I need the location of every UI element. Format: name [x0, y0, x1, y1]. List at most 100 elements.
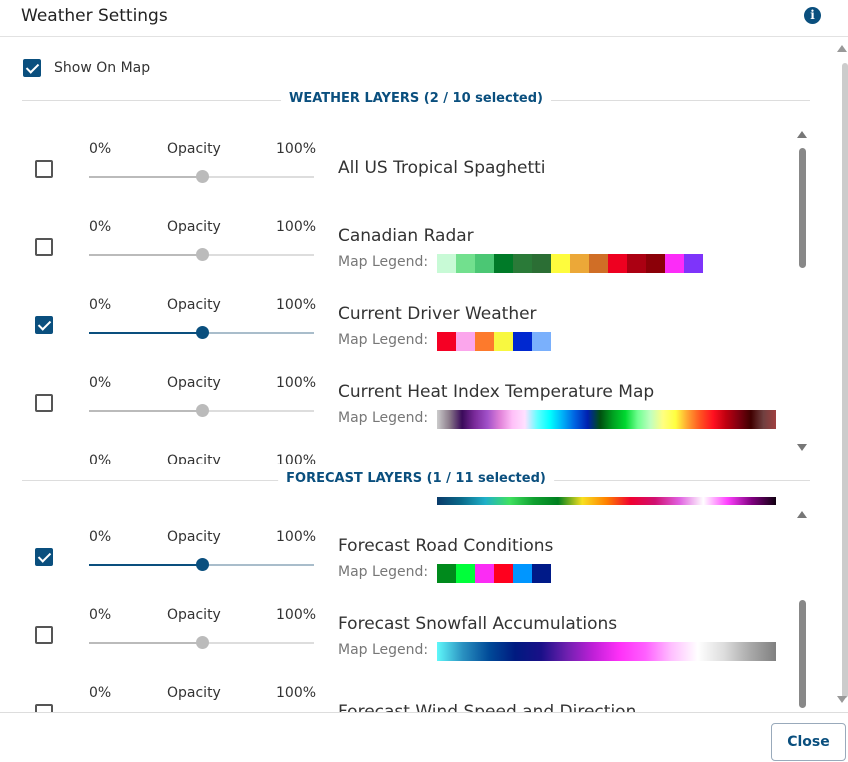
layer-name: Current Driver Weather — [338, 304, 537, 324]
forecast-scrollbar[interactable] — [796, 508, 808, 708]
opacity-max-label: 100% — [276, 453, 317, 464]
opacity-slider[interactable] — [89, 558, 314, 571]
map-legend-label: Map Legend: — [338, 642, 429, 658]
opacity-min-label: 0% — [89, 529, 112, 545]
legend-swatch — [494, 564, 513, 583]
layer-row: 0% Opacity 100% Current Heat Index Tempe… — [0, 364, 795, 442]
legend-swatch — [437, 564, 456, 583]
opacity-min-label: 0% — [89, 685, 112, 701]
dialog-footer: Close — [0, 712, 848, 762]
legend-swatch — [475, 332, 494, 351]
dialog-scrollbar[interactable] — [836, 37, 848, 712]
opacity-slider-thumb[interactable] — [195, 636, 209, 649]
opacity-slider-fill — [89, 254, 202, 256]
layer-name: Forecast Snowfall Accumulations — [338, 614, 618, 634]
scroll-up-arrow-icon[interactable] — [837, 45, 847, 52]
scroll-down-arrow-icon[interactable] — [797, 444, 807, 451]
legend-swatch — [456, 564, 475, 583]
layer-checkbox[interactable] — [35, 160, 53, 178]
map-legend-label: Map Legend: — [338, 254, 429, 270]
layer-row: 0% Opacity 100% Current Driver Weather Ma… — [0, 286, 795, 364]
layer-checkbox[interactable] — [35, 394, 53, 412]
map-legend-gradient — [437, 410, 776, 429]
opacity-min-label: 0% — [89, 219, 112, 235]
opacity-max-label: 100% — [276, 141, 317, 157]
scroll-down-arrow-icon[interactable] — [837, 696, 847, 703]
opacity-label: Opacity — [167, 607, 221, 623]
opacity-min-label: 0% — [89, 141, 112, 157]
legend-swatch — [513, 332, 532, 351]
opacity-slider-fill — [89, 564, 202, 566]
legend-swatch — [665, 254, 684, 273]
layer-checkbox[interactable] — [35, 704, 53, 712]
legend-swatch — [494, 332, 513, 351]
opacity-slider-fill — [89, 332, 202, 334]
map-legend-label: Map Legend: — [338, 410, 429, 426]
legend-swatch — [551, 254, 570, 273]
dialog-header: Weather Settings i — [0, 0, 848, 37]
weather-layers-divider: WEATHER LAYERS (2 / 10 selected) — [22, 91, 810, 106]
scroll-thumb[interactable] — [799, 600, 806, 708]
info-icon[interactable]: i — [804, 7, 821, 24]
opacity-min-label: 0% — [89, 607, 112, 623]
legend-swatch — [475, 564, 494, 583]
opacity-slider-fill — [89, 642, 202, 644]
layer-row: 0% Opacity 100% All US Tropical Spaghett… — [0, 130, 795, 208]
layer-checkbox[interactable] — [35, 316, 53, 334]
opacity-min-label: 0% — [89, 297, 112, 313]
opacity-slider[interactable] — [89, 170, 314, 183]
opacity-slider-thumb[interactable] — [195, 326, 209, 339]
legend-swatch — [608, 254, 627, 273]
scroll-up-arrow-icon[interactable] — [797, 511, 807, 518]
weather-scrollbar[interactable] — [796, 128, 808, 453]
opacity-label: Opacity — [167, 529, 221, 545]
opacity-label: Opacity — [167, 375, 221, 391]
opacity-slider[interactable] — [89, 326, 314, 339]
opacity-slider-thumb[interactable] — [195, 170, 209, 183]
opacity-slider-thumb[interactable] — [195, 558, 209, 571]
show-on-map-checkbox[interactable] — [23, 59, 41, 77]
map-legend-gradient — [437, 497, 776, 505]
opacity-slider[interactable] — [89, 404, 314, 417]
layer-checkbox[interactable] — [35, 548, 53, 566]
opacity-slider-fill — [89, 410, 202, 412]
opacity-slider-fill — [89, 176, 202, 178]
close-button[interactable]: Close — [771, 723, 846, 761]
opacity-max-label: 100% — [276, 375, 317, 391]
map-legend-label: Map Legend: — [338, 332, 429, 348]
layer-name: All US Tropical Spaghetti — [338, 158, 546, 178]
opacity-slider[interactable] — [89, 248, 314, 261]
layer-row: 0% Opacity 100% Forecast Road Conditions… — [0, 518, 795, 596]
legend-swatch — [437, 254, 456, 273]
layer-checkbox[interactable] — [35, 626, 53, 644]
map-legend-label: Map Legend: — [338, 564, 429, 580]
map-legend — [437, 254, 703, 273]
opacity-label: Opacity — [167, 141, 221, 157]
legend-swatch — [437, 332, 456, 351]
legend-swatch — [532, 254, 551, 273]
show-on-map-label[interactable]: Show On Map — [54, 60, 150, 76]
weather-layers-list: 0% Opacity 100% All US Tropical Spaghett… — [0, 115, 795, 464]
layer-checkbox[interactable] — [35, 238, 53, 256]
opacity-slider[interactable] — [89, 636, 314, 649]
layer-row: 0% Opacity 100% Canadian Radar Map Legend… — [0, 208, 795, 286]
opacity-max-label: 100% — [276, 685, 317, 701]
scroll-thumb[interactable] — [842, 63, 848, 698]
opacity-max-label: 100% — [276, 297, 317, 313]
legend-swatch — [570, 254, 589, 273]
weather-layers-heading: WEATHER LAYERS (2 / 10 selected) — [281, 91, 551, 106]
layer-row: 0% Opacity 100% Current Road Conditions — [0, 442, 795, 464]
scroll-thumb[interactable] — [799, 148, 806, 268]
opacity-max-label: 100% — [276, 219, 317, 235]
legend-swatch — [684, 254, 703, 273]
legend-swatch — [513, 564, 532, 583]
forecast-layers-divider: FORECAST LAYERS (1 / 11 selected) — [22, 471, 810, 486]
opacity-slider-thumb[interactable] — [195, 404, 209, 417]
opacity-max-label: 100% — [276, 607, 317, 623]
map-legend — [437, 564, 551, 583]
opacity-slider-thumb[interactable] — [195, 248, 209, 261]
scroll-up-arrow-icon[interactable] — [797, 131, 807, 138]
forecast-layers-list: 0% Opacity 100% 0% Opacity 100% Forecast… — [0, 497, 795, 712]
opacity-max-label: 100% — [276, 529, 317, 545]
legend-swatch — [532, 564, 551, 583]
